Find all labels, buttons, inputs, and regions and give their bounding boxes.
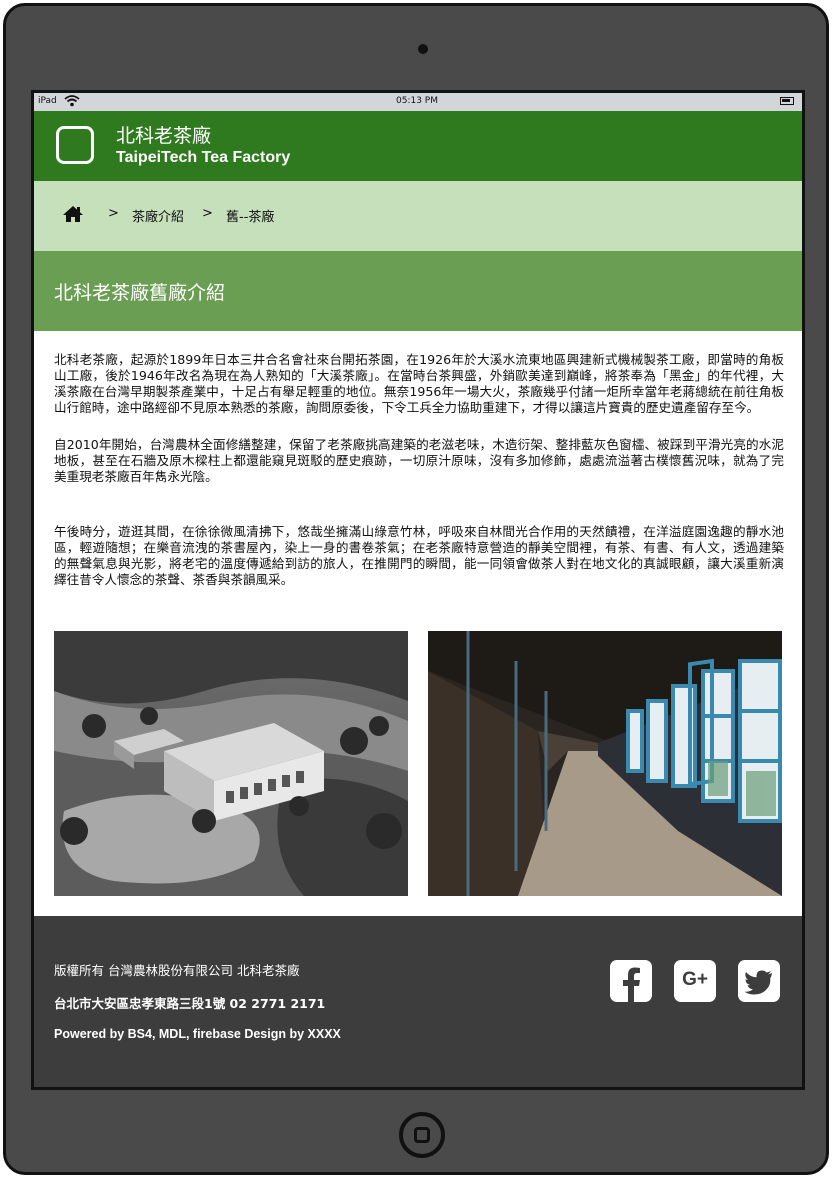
logo-icon[interactable] [56,126,94,164]
battery-icon [780,97,794,105]
breadcrumb-separator: > [202,206,213,221]
footer-copyright: 版權所有 台灣農林股份有限公司 北科老茶廠 [54,963,300,978]
app-bar: 北科老茶廠 TaipeiTech Tea Factory [34,111,802,181]
twitter-icon[interactable] [738,960,780,1002]
brand-title-zh[interactable]: 北科老茶廠 [116,121,211,148]
breadcrumb-separator: > [108,206,119,221]
article-body: 北科老茶廠，起源於1899年日本三井合名會社來台開拓茶園，在1926年於大溪水流… [54,352,784,588]
status-time: 05:13 PM [396,96,438,106]
breadcrumb-item-tea-factory-intro[interactable]: 茶廠介紹 [132,206,184,225]
page-title-bar: 北科老茶廠舊廠介紹 [34,251,802,331]
footer: 版權所有 台灣農林股份有限公司 北科老茶廠 台北市大安區忠孝東路三段1號 02 … [34,916,802,1087]
page-title: 北科老茶廠舊廠介紹 [54,282,226,304]
screen: iPad 05:13 PM 北科老茶廠 TaipeiTech Tea Facto… [31,90,805,1090]
facebook-icon[interactable] [610,960,652,1002]
camera-dot [418,44,428,54]
article-paragraph: 午後時分，遊逛其間，在徐徐微風清拂下，悠哉坐擁滿山綠意竹林，呼吸來自林間光合作用… [54,524,784,587]
brand-title-en[interactable]: TaipeiTech Tea Factory [116,149,290,167]
corridor-windows-photo [428,631,782,896]
status-bar: iPad 05:13 PM [34,93,802,111]
footer-credits: Powered by BS4, MDL, firebase Design by … [54,1027,341,1041]
home-button[interactable] [399,1112,445,1158]
google-plus-icon[interactable]: G+ [674,960,716,1002]
breadcrumb-item-old-factory: 舊--茶廠 [226,210,275,225]
wifi-icon [64,95,80,110]
article-paragraph: 北科老茶廠，起源於1899年日本三井合名會社來台開拓茶園，在1926年於大溪水流… [54,352,784,415]
historic-factory-photo [54,631,408,896]
carrier-label: iPad [38,96,57,106]
breadcrumb: > 茶廠介紹 > 舊--茶廠 [34,181,802,251]
home-icon[interactable] [62,205,84,227]
article-paragraph: 自2010年開始，台灣農林全面修繕整建，保留了老茶廠挑高建築的老滋老味，木造衍架… [54,437,784,484]
footer-address: 台北市大安區忠孝東路三段1號 02 2771 2171 [54,996,326,1011]
